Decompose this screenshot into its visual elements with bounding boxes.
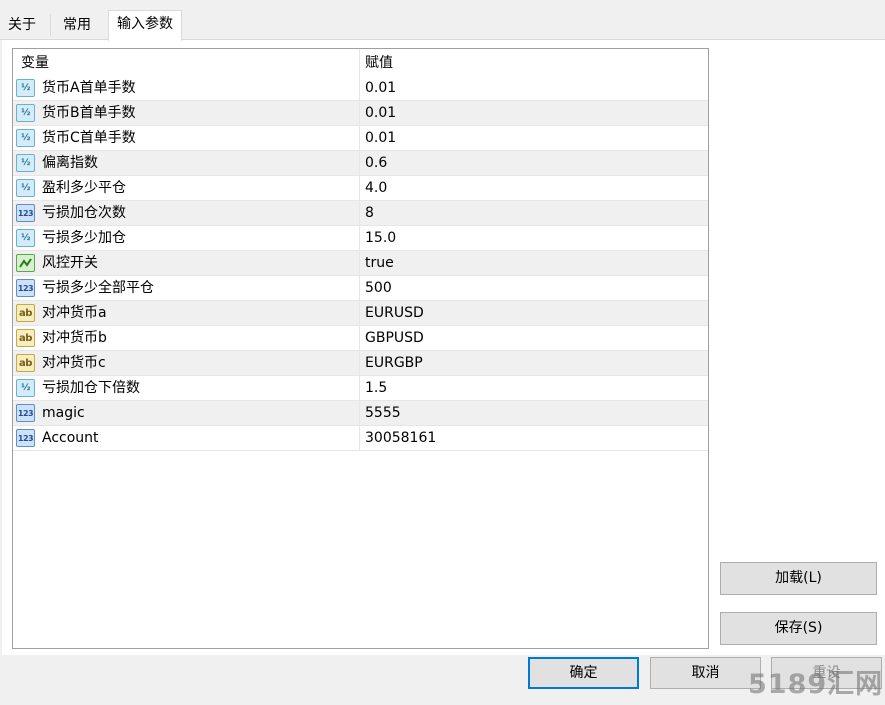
tab-about[interactable]: 关于 [0,12,44,40]
cell-separator [359,126,360,151]
cancel-button[interactable]: 取消 [650,657,761,689]
parameter-value[interactable]: 0.01 [365,76,396,100]
parameter-name: 盈利多少平仓 [42,180,126,196]
string-icon: ab [16,354,35,372]
parameter-name: 对冲货币b [42,330,107,346]
parameter-name: 亏损多少加仓 [42,230,126,246]
parameter-name: 对冲货币a [42,305,107,321]
parameter-name: magic [42,405,85,421]
parameter-rows: ½ 货币A首单手数 0.01 ½ 货币B首单手数 0.01 ½ 货币C首单手数 0.01 ½ 偏离指… [13,76,708,451]
boolean-icon [16,254,35,272]
watermark-logo: 5189汇网 [748,669,884,700]
fraction-icon: ½ [16,179,35,197]
parameter-name: 偏离指数 [42,155,98,171]
cell-separator [359,276,360,301]
parameter-name: 货币C首单手数 [42,130,136,146]
tab-bar: 关于 常用 输入参数 [0,0,885,41]
parameter-row[interactable]: ab 对冲货币b GBPUSD [13,326,708,351]
tab-inputs[interactable]: 输入参数 [108,10,182,41]
parameter-value[interactable]: EURUSD [365,301,424,325]
parameter-value[interactable]: 30058161 [365,426,436,450]
parameter-value[interactable]: true [365,251,394,275]
cell-separator [359,176,360,201]
column-header-value[interactable]: 赋值 [365,49,393,76]
integer-icon: 123 [16,404,35,422]
parameter-row[interactable]: 123 亏损多少全部平仓 500 [13,276,708,301]
parameter-row[interactable]: ab 对冲货币a EURUSD [13,301,708,326]
parameter-name: 亏损加仓次数 [42,205,126,221]
fraction-icon: ½ [16,129,35,147]
column-header-variable[interactable]: 变量 [21,49,49,76]
parameter-row[interactable]: 风控开关 true [13,251,708,276]
cell-separator [359,101,360,126]
cell-separator [359,201,360,226]
parameter-row[interactable]: 123 亏损加仓次数 8 [13,201,708,226]
parameter-name: 风控开关 [42,255,98,271]
fraction-icon: ½ [16,104,35,122]
grid-header: 变量 赋值 [13,49,708,76]
cell-separator [359,401,360,426]
cell-separator [359,226,360,251]
column-separator[interactable] [359,49,360,76]
parameter-row[interactable]: ½ 亏损多少加仓 15.0 [13,226,708,251]
parameter-name: Account [42,430,99,446]
string-icon: ab [16,304,35,322]
fraction-icon: ½ [16,229,35,247]
parameter-row[interactable]: 123 Account 30058161 [13,426,708,451]
parameter-value[interactable]: 500 [365,276,392,300]
parameter-value[interactable]: GBPUSD [365,326,424,350]
parameter-value[interactable]: 0.01 [365,126,396,150]
ok-button[interactable]: 确定 [528,657,639,689]
tab-separator [50,14,51,36]
parameter-value[interactable]: 1.5 [365,376,387,400]
cell-separator [359,376,360,401]
cell-separator [359,426,360,451]
parameter-name: 货币A首单手数 [42,80,136,96]
integer-icon: 123 [16,429,35,447]
cell-separator [359,251,360,276]
cell-separator [359,151,360,176]
parameter-row[interactable]: ½ 货币B首单手数 0.01 [13,101,708,126]
parameter-value[interactable]: 5555 [365,401,401,425]
parameter-name: 亏损多少全部平仓 [42,280,154,296]
parameter-row[interactable]: ½ 亏损加仓下倍数 1.5 [13,376,708,401]
parameter-value[interactable]: 8 [365,201,374,225]
parameter-row[interactable]: ½ 盈利多少平仓 4.0 [13,176,708,201]
save-button[interactable]: 保存(S) [720,612,877,645]
parameter-row[interactable]: ½ 偏离指数 0.6 [13,151,708,176]
fraction-icon: ½ [16,379,35,397]
integer-icon: 123 [16,279,35,297]
load-button[interactable]: 加载(L) [720,562,877,595]
cell-separator [359,301,360,326]
parameter-grid[interactable]: 变量 赋值 ½ 货币A首单手数 0.01 ½ 货币B首单手数 0.01 ½ 货币C首单手数 0.… [12,48,709,649]
integer-icon: 123 [16,204,35,222]
parameter-name: 对冲货币c [42,355,106,371]
parameter-row[interactable]: ab 对冲货币c EURGBP [13,351,708,376]
fraction-icon: ½ [16,79,35,97]
parameter-row[interactable]: ½ 货币C首单手数 0.01 [13,126,708,151]
parameter-value[interactable]: 4.0 [365,176,387,200]
parameter-value[interactable]: 0.6 [365,151,387,175]
parameter-row[interactable]: ½ 货币A首单手数 0.01 [13,76,708,101]
cell-separator [359,76,360,101]
parameter-value[interactable]: 0.01 [365,101,396,125]
tab-common[interactable]: 常用 [55,12,99,40]
parameter-value[interactable]: EURGBP [365,351,423,375]
parameter-row[interactable]: 123 magic 5555 [13,401,708,426]
cell-separator [359,351,360,376]
parameter-name: 货币B首单手数 [42,105,136,121]
parameter-name: 亏损加仓下倍数 [42,380,140,396]
cell-separator [359,326,360,351]
string-icon: ab [16,329,35,347]
fraction-icon: ½ [16,154,35,172]
parameter-value[interactable]: 15.0 [365,226,396,250]
